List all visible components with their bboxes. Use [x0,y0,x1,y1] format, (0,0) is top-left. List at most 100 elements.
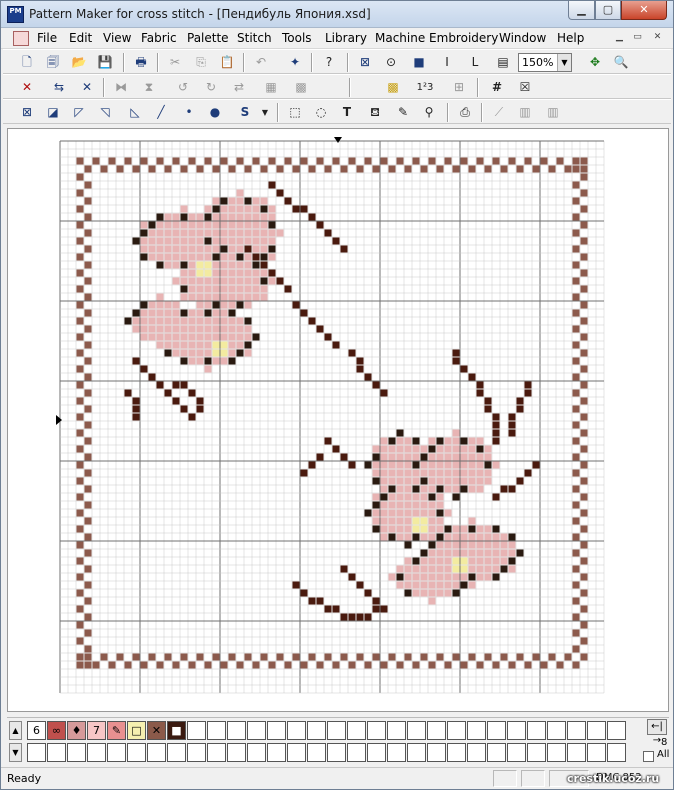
scroll-up-icon[interactable]: ▲ [9,721,22,740]
palette-empty-slot[interactable] [507,721,526,740]
no-grid-icon[interactable]: ☒ [515,78,535,97]
color-picker-icon[interactable]: ✎ [393,103,413,122]
palette-empty-slot[interactable] [107,743,126,762]
delete-icon[interactable]: ✕ [17,78,37,97]
palette-empty-slot[interactable] [387,743,406,762]
palette-empty-slot[interactable] [367,721,386,740]
menu-help[interactable]: Help [557,31,584,45]
palette-empty-slot[interactable] [427,743,446,762]
mirror-icon[interactable]: ⇄ [229,78,249,97]
fill-bucket-icon[interactable]: ⛾ [365,103,385,122]
scroll-down-icon[interactable]: ▼ [9,743,22,762]
rotate-left-icon[interactable]: ↺ [173,78,193,97]
text-icon[interactable]: T [337,103,357,122]
backstitch-icon[interactable]: ╱ [151,103,171,122]
palette-empty-slot[interactable] [47,743,66,762]
menu-fabric[interactable]: Fabric [141,31,177,45]
palette-empty-slot[interactable] [127,743,146,762]
close-button[interactable]: ✕ [621,1,667,20]
palette-swatch[interactable]: 7 [87,721,106,740]
line-view-icon[interactable]: L [465,53,485,72]
palette-empty-slot[interactable] [27,743,46,762]
magnifier-icon[interactable]: ⚲ [419,103,439,122]
all-checkbox[interactable] [643,751,654,762]
maximize-button[interactable]: ▢ [595,1,621,20]
palette-empty-slot[interactable] [327,743,346,762]
palette-swatch[interactable]: □ [127,721,146,740]
petite-stitch-icon[interactable]: ◺ [125,103,145,122]
palette-empty-slot[interactable] [247,721,266,740]
flip-vertical-icon[interactable]: ⧗ [139,78,159,97]
zoom-find-icon[interactable]: 🔍 [611,53,631,72]
grid-lines-icon[interactable]: # [487,78,507,97]
grid-properties-icon[interactable]: ▤ [493,53,513,72]
palette-empty-slot[interactable] [407,743,426,762]
palette-empty-slot[interactable] [427,721,446,740]
flip-horizontal-icon[interactable]: ⧓ [111,78,131,97]
select-rect-icon[interactable]: ⬚ [285,103,305,122]
mdi-close-button[interactable]: ✕ [651,32,664,44]
new-file-icon[interactable]: 🗋 [17,53,37,72]
menu-stitch[interactable]: Stitch [237,31,272,45]
palette-swatch[interactable]: ✕ [147,721,166,740]
palette-empty-slot[interactable] [467,743,486,762]
palette-empty-slot[interactable] [487,721,506,740]
palette-empty-slot[interactable] [567,721,586,740]
cut-icon[interactable]: ✂ [165,53,185,72]
pattern-icon[interactable]: ▥ [543,103,563,122]
backstitch-tool-icon[interactable]: ⟋ [489,103,509,122]
insert-object-icon[interactable]: ✦ [285,53,305,72]
palette-color-icon[interactable]: ▩ [291,78,311,97]
palette-nav-button[interactable]: ←|→ [647,719,667,746]
pattern-canvas[interactable] [8,129,668,711]
palette-empty-slot[interactable] [247,743,266,762]
palette-empty-slot[interactable] [507,743,526,762]
french-knot-icon[interactable]: • [179,103,199,122]
palette-empty-slot[interactable] [527,721,546,740]
zoom-select[interactable]: 150% ▼ [518,53,572,72]
help-icon[interactable]: ? [319,53,339,72]
menu-file[interactable]: File [37,31,57,45]
palette-empty-slot[interactable] [267,743,286,762]
palette-empty-slot[interactable] [467,721,486,740]
palette-empty-slot[interactable] [547,743,566,762]
palette-empty-slot[interactable] [267,721,286,740]
palette-empty-slot[interactable] [67,743,86,762]
palette-empty-slot[interactable] [187,743,206,762]
new-from-template-icon[interactable]: 🗐 [43,53,63,72]
print-icon[interactable]: 🖶 [131,53,151,72]
bead-icon[interactable]: ● [205,103,225,122]
palette-empty-slot[interactable] [307,721,326,740]
palette-empty-slot[interactable] [607,721,626,740]
document-icon[interactable] [13,31,29,46]
palette-empty-slot[interactable] [207,721,226,740]
special-stitch-icon[interactable]: S [235,103,255,122]
palette-empty-slot[interactable] [347,743,366,762]
paste-icon[interactable]: 📋 [217,53,237,72]
remove-stitch-icon[interactable]: ✕ [77,78,97,97]
full-stitch-icon[interactable]: ⊠ [17,103,37,122]
palette-empty-slot[interactable] [307,743,326,762]
rotate-right-icon[interactable]: ↻ [201,78,221,97]
italic-text-icon[interactable]: I [437,53,457,72]
palette-empty-slot[interactable] [207,743,226,762]
copy-icon[interactable]: ⎘ [191,53,211,72]
minimize-button[interactable]: ▁ [568,1,595,20]
palette-empty-slot[interactable] [227,743,246,762]
palette-swatch[interactable]: ✎ [107,721,126,740]
grid-fabric-icon[interactable]: ▦ [261,78,281,97]
replace-color-icon[interactable]: ⇆ [49,78,69,97]
color-block-view-icon[interactable]: ■ [409,53,429,72]
half-stitch-icon[interactable]: ◸ [69,103,89,122]
palette-empty-slot[interactable] [587,743,606,762]
numbering-icon[interactable]: 1²3 [415,78,435,97]
mdi-minimize-button[interactable]: ▁ [613,32,626,44]
open-icon[interactable]: 📂 [69,53,89,72]
palette-empty-slot[interactable] [167,743,186,762]
chevron-down-icon[interactable]: ▼ [255,103,275,122]
palette-color-icon[interactable]: ▩ [383,78,403,97]
palette-empty-slot[interactable] [187,721,206,740]
palette-empty-slot[interactable] [327,721,346,740]
undo-icon[interactable]: ↶ [251,53,271,72]
palette-empty-slot[interactable] [547,721,566,740]
